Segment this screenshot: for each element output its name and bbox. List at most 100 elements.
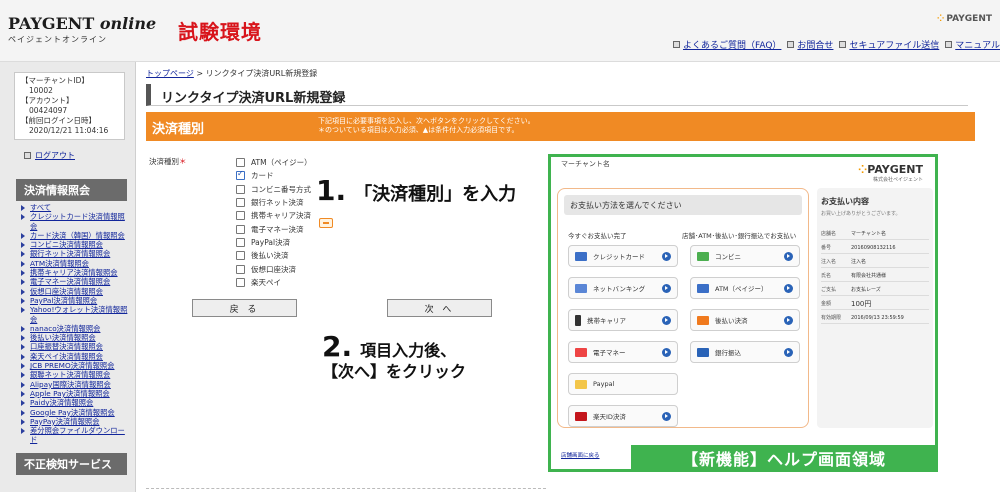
computer-icon xyxy=(575,283,587,293)
fire-icon xyxy=(697,315,709,325)
manual-link[interactable]: マニュアル xyxy=(945,38,1000,51)
help-brand-sub: 株式会社ペイジェント xyxy=(872,177,923,183)
account-value: 00424097 xyxy=(29,106,68,115)
option-label: 銀行ネット決済 xyxy=(251,198,304,208)
option-label: 仮想口座決済 xyxy=(251,264,296,274)
secure-file-link-label: セキュアファイル送信 xyxy=(849,41,940,51)
new-feature-badge: 【新機能】ヘルプ画面領域 xyxy=(631,445,935,469)
pay-emoney-button[interactable]: 電子マネー xyxy=(568,341,678,363)
pay-rakuten-button[interactable]: 楽天ID決済 xyxy=(568,405,678,427)
phone-icon xyxy=(575,314,581,326)
step2-callout-line2: 【次へ】をクリック xyxy=(322,362,467,381)
sidebar-item[interactable]: カード決済（韓国）情報照会 xyxy=(20,231,128,240)
last-login-label: 【前回ログイン日時】 xyxy=(21,116,96,125)
instruction-line-1: 下記項目に必要事項を記入し、次へボタンをクリックしてください。 xyxy=(318,117,535,125)
checkbox[interactable] xyxy=(236,237,245,247)
sidebar-item[interactable]: 銀聯ネット決済情報照会 xyxy=(20,370,128,379)
sidebar-item[interactable]: コンビニ決済情報照会 xyxy=(20,240,128,249)
section-label: 決済種別 xyxy=(152,122,205,137)
payment-inquiry-nav: すべて クレジットカード決済情報照会 カード決済（韓国）情報照会 コンビニ決済情… xyxy=(20,203,135,445)
pay-button-label: 楽天ID決済 xyxy=(593,413,626,421)
sidebar-item[interactable]: クレジットカード決済情報照会 xyxy=(20,212,128,231)
payment-type-label-text: 決済種別 xyxy=(149,157,179,166)
sidebar: 【マーチャントID】 10002 【アカウント】 00424097 【前回ログイ… xyxy=(0,62,136,492)
sidebar-item[interactable]: すべて xyxy=(20,203,128,212)
checkbox[interactable] xyxy=(236,211,245,221)
sidebar-item[interactable]: 後払い決済情報照会 xyxy=(20,333,128,342)
sidebar-item[interactable]: 差分照会ファイルダウンロード xyxy=(20,426,128,445)
sidebar-item[interactable]: PayPal決済情報照会 xyxy=(20,296,128,305)
sidebar-item[interactable]: Google Pay決済情報照会 xyxy=(20,408,128,417)
pay-convenience-button[interactable]: コンビニ xyxy=(690,245,800,267)
option-bank-net[interactable]: 銀行ネット決済 xyxy=(236,196,312,209)
sidebar-item[interactable]: 楽天ペイ決済情報照会 xyxy=(20,352,128,361)
secure-file-link[interactable]: セキュアファイル送信 xyxy=(839,38,939,51)
option-label: カード xyxy=(251,171,274,181)
help-brand-logo: ⁘PAYGENT 株式会社ペイジェント xyxy=(858,163,923,183)
checkbox[interactable] xyxy=(236,158,245,168)
option-card[interactable]: カード xyxy=(236,169,312,182)
sidebar-item[interactable]: Alipay国際決済情報照会 xyxy=(20,380,128,389)
arrow-right-icon xyxy=(662,252,671,261)
sidebar-item[interactable]: PayPay決済情報照会 xyxy=(20,417,128,426)
next-button[interactable]: 次 へ xyxy=(387,299,492,317)
step1-callout: 1. 「決済種別」を入力 xyxy=(316,174,516,207)
pay-credit-card-button[interactable]: クレジットカード xyxy=(568,245,678,267)
option-deferred[interactable]: 後払い決済 xyxy=(236,249,312,262)
sidebar-item[interactable]: ATM決済情報照会 xyxy=(20,259,128,268)
pay-button-label: 銀行振込 xyxy=(715,349,741,357)
detail-row: 番号 20160908132116 xyxy=(821,242,929,254)
checkbox[interactable] xyxy=(236,277,245,287)
pay-net-banking-button[interactable]: ネットバンキング xyxy=(568,277,678,299)
option-label: 楽天ペイ xyxy=(251,277,281,287)
logout-link[interactable]: ログアウト xyxy=(24,150,135,161)
instruction-note: 下記項目に必要事項を記入し、次へボタンをクリックしてください。 ＊のついている項… xyxy=(318,117,535,135)
pay-atm-button[interactable]: ATM（ペイジー） xyxy=(690,277,800,299)
sidebar-item[interactable]: Yahoo!ウォレット決済情報照会 xyxy=(20,305,128,324)
manual-link-label: マニュアル xyxy=(955,41,1000,51)
sidebar-item[interactable]: Paidy決済情報照会 xyxy=(20,398,128,407)
required-mark: ＊ xyxy=(179,157,187,166)
choice-heading: お支払い方法を選んでください xyxy=(564,195,802,215)
sidebar-item[interactable]: 電子マネー決済情報照会 xyxy=(20,277,128,286)
checkbox-checked[interactable] xyxy=(236,169,245,181)
sidebar-item[interactable]: 携帯キャリア決済情報照会 xyxy=(20,268,128,277)
option-paypal[interactable]: PayPal決済 xyxy=(236,236,312,249)
option-emoney[interactable]: 電子マネー決済 xyxy=(236,222,312,235)
pay-button-label: 携帯キャリア xyxy=(587,317,626,325)
back-button[interactable]: 戻 る xyxy=(192,299,297,317)
return-to-store-link[interactable]: 店舗画面に戻る xyxy=(561,451,600,459)
option-rakuten-pay[interactable]: 楽天ペイ xyxy=(236,276,312,289)
pay-paypal-button[interactable]: Paypal xyxy=(568,373,678,395)
sidebar-item[interactable]: nanaco決済情報照会 xyxy=(20,324,128,333)
sidebar-item[interactable]: 仮想口座決済情報照会 xyxy=(20,287,128,296)
detail-key: 店舗名 xyxy=(821,231,837,237)
sidebar-item[interactable]: Apple Pay決済情報照会 xyxy=(20,389,128,398)
help-info-icon[interactable] xyxy=(319,218,333,228)
sidebar-item[interactable]: 銀行ネット決済情報照会 xyxy=(20,249,128,258)
breadcrumb-top-link[interactable]: トップページ xyxy=(146,69,194,78)
option-virtual-account[interactable]: 仮想口座決済 xyxy=(236,262,312,275)
pay-deferred-button[interactable]: 後払い決済 xyxy=(690,309,800,331)
pay-carrier-button[interactable]: 携帯キャリア xyxy=(568,309,678,331)
faq-link[interactable]: よくあるご質問（FAQ） xyxy=(672,38,781,51)
option-carrier[interactable]: 携帯キャリア決済 xyxy=(236,209,312,222)
arrow-right-icon xyxy=(662,316,671,325)
sidebar-item[interactable]: JCB PREMO決済情報照会 xyxy=(20,361,128,370)
checkbox[interactable] xyxy=(236,251,245,261)
header-links: よくあるご質問（FAQ） お問合せ セキュアファイル送信 マニュアル xyxy=(672,38,1000,51)
sidebar-item[interactable]: 口座振替決済情報照会 xyxy=(20,342,128,351)
checkbox[interactable] xyxy=(236,224,245,234)
checkbox[interactable] xyxy=(236,198,245,208)
option-atm[interactable]: ATM（ペイジー） xyxy=(236,156,312,169)
option-convenience[interactable]: コンビニ番号方式 xyxy=(236,183,312,196)
payment-detail-panel: お支払い内容 お買い上げありがとうございます。 店舗名 マーチャント名 番号 201… xyxy=(817,188,933,428)
checkbox[interactable] xyxy=(236,264,245,274)
paygent-online-logo[interactable]: PAYGENT online ペイジェントオンライン xyxy=(8,14,156,45)
contact-link[interactable]: お問合せ xyxy=(787,38,833,51)
credit-card-icon xyxy=(575,251,587,261)
convenience-store-icon xyxy=(697,251,709,261)
detail-key: 有効期限 xyxy=(821,315,842,321)
pay-bank-transfer-button[interactable]: 銀行振込 xyxy=(690,341,800,363)
checkbox[interactable] xyxy=(236,184,245,194)
